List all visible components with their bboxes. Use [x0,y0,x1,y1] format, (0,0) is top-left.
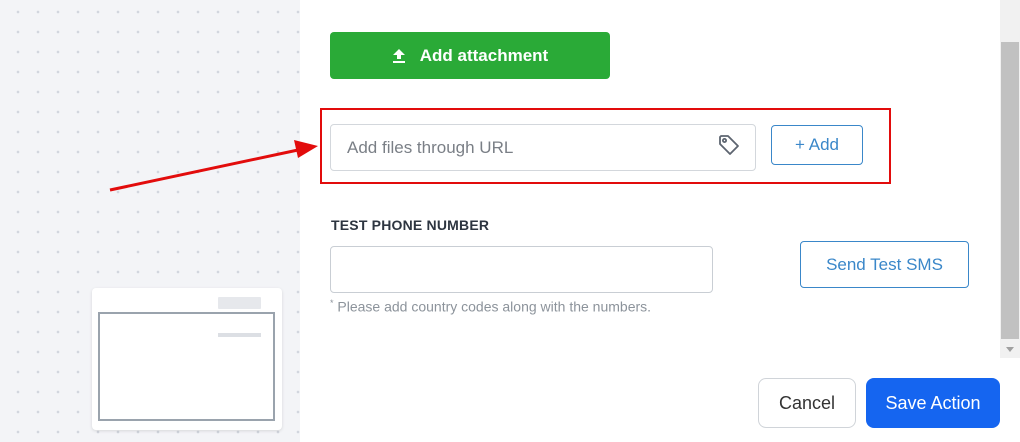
send-test-sms-button[interactable]: Send Test SMS [800,241,969,288]
minimap-node-line [218,333,261,337]
workflow-canvas[interactable] [0,0,300,442]
add-attachment-button[interactable]: Add attachment [330,32,610,79]
country-code-hint: * Please add country codes along with th… [330,298,651,315]
minimap[interactable] [92,288,282,430]
cancel-button[interactable]: Cancel [758,378,856,428]
file-url-input[interactable] [347,137,717,158]
minimap-viewport[interactable] [98,312,275,421]
hint-asterisk: * [330,298,334,308]
add-url-button[interactable]: + Add [771,125,863,165]
scroll-down-arrow-icon[interactable] [1000,340,1020,358]
upload-icon [392,48,406,64]
add-attachment-label: Add attachment [419,45,549,65]
minimap-node [218,297,261,309]
save-action-button[interactable]: Save Action [866,378,1000,428]
scrollbar-thumb[interactable] [1001,42,1019,339]
test-phone-input[interactable] [330,246,713,293]
test-phone-label: TEST PHONE NUMBER [331,217,490,233]
tag-icon[interactable] [717,133,741,162]
url-field-container[interactable] [330,124,756,171]
hint-text: Please add country codes along with the … [337,298,652,315]
